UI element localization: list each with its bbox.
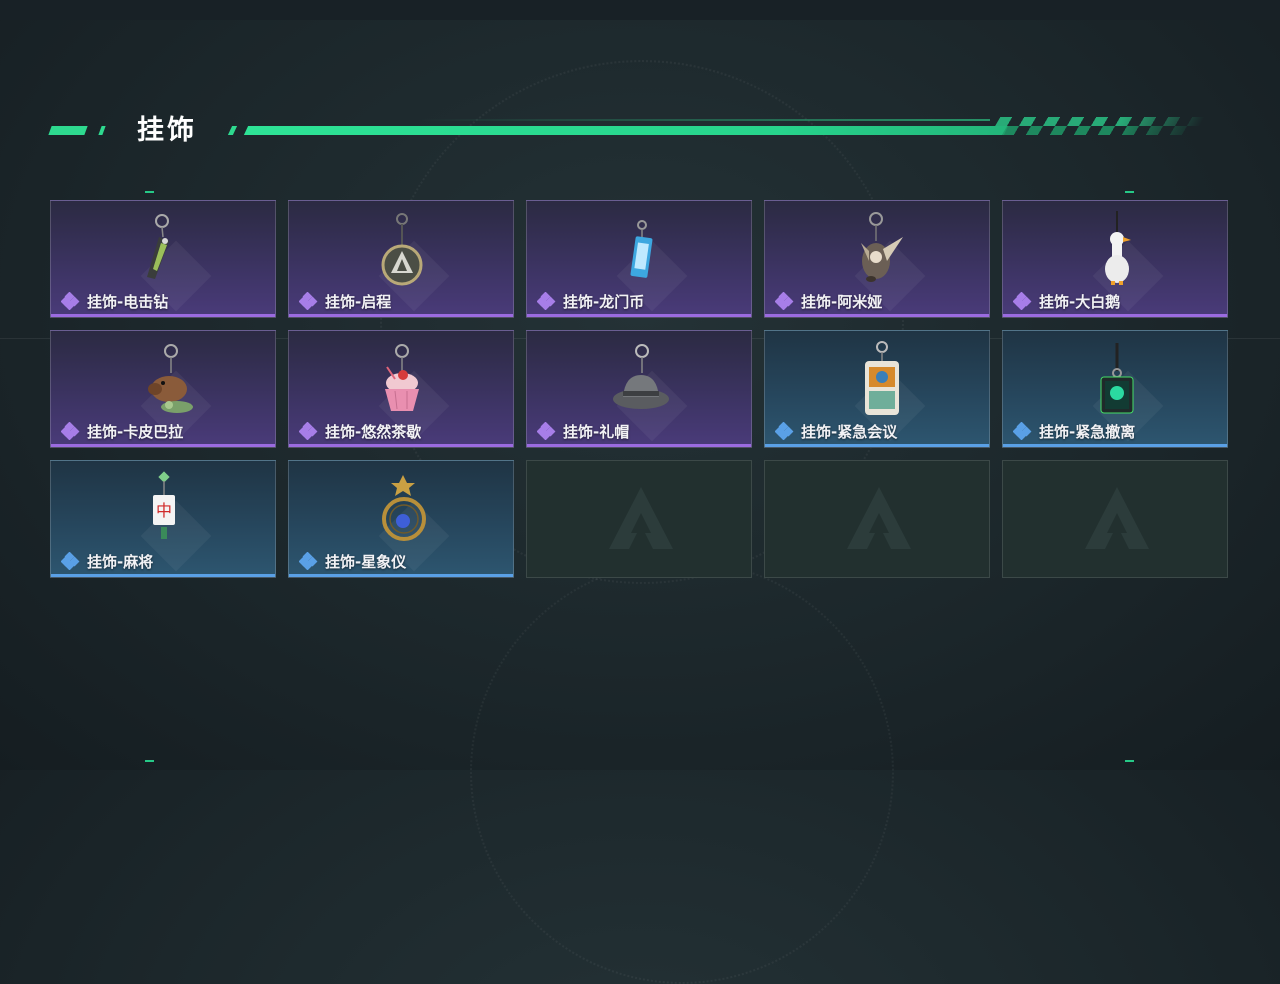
rarity-diamond-icon xyxy=(775,292,794,310)
rarity-diamond-icon xyxy=(1013,422,1032,440)
rarity-bar xyxy=(527,444,751,447)
rarity-diamond-icon xyxy=(1013,292,1032,310)
card-charm-icon xyxy=(630,220,653,278)
charm-label: 挂饰-电击钻 xyxy=(61,292,169,311)
charm-card[interactable]: 挂饰-紧急会议 xyxy=(764,330,990,448)
charm-card[interactable]: 挂饰-阿米娅 xyxy=(764,200,990,318)
charm-name: 挂饰-悠然茶歇 xyxy=(325,422,422,441)
mahjong-charm-icon: 中 xyxy=(153,471,175,539)
badge-charm-icon xyxy=(865,341,899,415)
charm-card[interactable]: 挂饰-悠然茶歇 xyxy=(288,330,514,448)
charm-grid: 挂饰-电击钻 挂饰-启程 挂饰-龙门币 挂饰-阿米娅 挂饰-大白鹅 挂饰-卡皮巴… xyxy=(50,200,1230,580)
charm-label: 挂饰-启程 xyxy=(299,292,392,311)
charm-name: 挂饰-启程 xyxy=(325,292,392,311)
rarity-bar xyxy=(765,314,989,317)
hat-charm-icon xyxy=(613,344,669,409)
charm-name: 挂饰-阿米娅 xyxy=(801,292,883,311)
rarity-bar xyxy=(289,574,513,577)
charm-label: 挂饰-悠然茶歇 xyxy=(299,422,422,441)
empty-slot-logo-icon xyxy=(609,487,673,549)
header-bar xyxy=(243,126,1009,135)
empty-slot xyxy=(764,460,990,578)
empty-slot xyxy=(1002,460,1228,578)
bg-decoration-circle-2 xyxy=(470,560,894,984)
rarity-diamond-icon xyxy=(537,422,556,440)
empty-slot-logo-icon xyxy=(1085,487,1149,549)
charm-card[interactable]: 挂饰-大白鹅 xyxy=(1002,200,1228,318)
charm-name: 挂饰-星象仪 xyxy=(325,552,407,571)
top-strip xyxy=(0,0,1280,20)
empty-slot xyxy=(526,460,752,578)
charm-name: 挂饰-紧急撤离 xyxy=(1039,422,1136,441)
section-title: 挂饰 xyxy=(137,115,197,146)
charm-card[interactable]: 挂饰-卡皮巴拉 xyxy=(50,330,276,448)
header-bar-small xyxy=(227,126,238,135)
charm-label: 挂饰-龙门币 xyxy=(537,292,645,311)
tag-charm-icon xyxy=(1100,343,1134,414)
rarity-diamond-icon xyxy=(775,422,794,440)
charm-label: 挂饰-紧急撤离 xyxy=(1013,422,1136,441)
rarity-bar xyxy=(51,444,275,447)
charm-name: 挂饰-麻将 xyxy=(87,552,154,571)
charm-label: 挂饰-卡皮巴拉 xyxy=(61,422,184,441)
astrolabe-charm-icon xyxy=(382,475,426,541)
charm-name: 挂饰-电击钻 xyxy=(87,292,169,311)
rarity-bar xyxy=(51,574,275,577)
svg-text:中: 中 xyxy=(156,501,172,520)
rarity-bar xyxy=(765,444,989,447)
charm-label: 挂饰-紧急会议 xyxy=(775,422,898,441)
corner-tick xyxy=(145,191,154,193)
charm-label: 挂饰-星象仪 xyxy=(299,552,407,571)
rarity-bar xyxy=(289,444,513,447)
charm-name: 挂饰-卡皮巴拉 xyxy=(87,422,184,441)
rarity-diamond-icon xyxy=(299,292,318,310)
corner-tick xyxy=(1125,760,1134,762)
rarity-bar xyxy=(527,314,751,317)
cupcake-charm-icon xyxy=(385,344,419,411)
rarity-diamond-icon xyxy=(61,292,80,310)
charm-name: 挂饰-龙门币 xyxy=(563,292,645,311)
charm-label: 挂饰-麻将 xyxy=(61,552,154,571)
rarity-diamond-icon xyxy=(537,292,556,310)
bunny-charm-icon xyxy=(861,212,903,282)
charm-card[interactable]: 挂饰-电击钻 xyxy=(50,200,276,318)
rarity-bar xyxy=(1003,314,1227,317)
rarity-diamond-icon xyxy=(299,552,318,570)
header-thin-line xyxy=(420,119,990,121)
charm-card[interactable]: 挂饰-礼帽 xyxy=(526,330,752,448)
medallion-charm-icon xyxy=(381,213,423,286)
charm-label: 挂饰-阿米娅 xyxy=(775,292,883,311)
charm-label: 挂饰-礼帽 xyxy=(537,422,630,441)
charm-card[interactable]: 挂饰-启程 xyxy=(288,200,514,318)
rarity-diamond-icon xyxy=(61,422,80,440)
rarity-bar xyxy=(51,314,275,317)
drill-charm-icon xyxy=(147,214,169,279)
empty-slot-logo-icon xyxy=(847,487,911,549)
header-dash xyxy=(48,126,88,135)
charm-name: 挂饰-大白鹅 xyxy=(1039,292,1121,311)
rarity-bar xyxy=(289,314,513,317)
charm-card[interactable]: 挂饰-龙门币 xyxy=(526,200,752,318)
charm-label: 挂饰-大白鹅 xyxy=(1013,292,1121,311)
charm-card[interactable]: 挂饰-星象仪 xyxy=(288,460,514,578)
goose-charm-icon xyxy=(1105,211,1131,285)
rarity-diamond-icon xyxy=(299,422,318,440)
charm-card[interactable]: 挂饰-紧急撤离 xyxy=(1002,330,1228,448)
charm-card[interactable]: 中 挂饰-麻将 xyxy=(50,460,276,578)
rarity-bar xyxy=(1003,444,1227,447)
header-dash-small xyxy=(98,126,106,135)
charm-name: 挂饰-礼帽 xyxy=(563,422,630,441)
corner-tick xyxy=(1125,191,1134,193)
corner-tick xyxy=(145,760,154,762)
charm-name: 挂饰-紧急会议 xyxy=(801,422,898,441)
capybara-charm-icon xyxy=(148,344,193,413)
rarity-diamond-icon xyxy=(61,552,80,570)
header-checker-pattern xyxy=(989,117,1206,135)
